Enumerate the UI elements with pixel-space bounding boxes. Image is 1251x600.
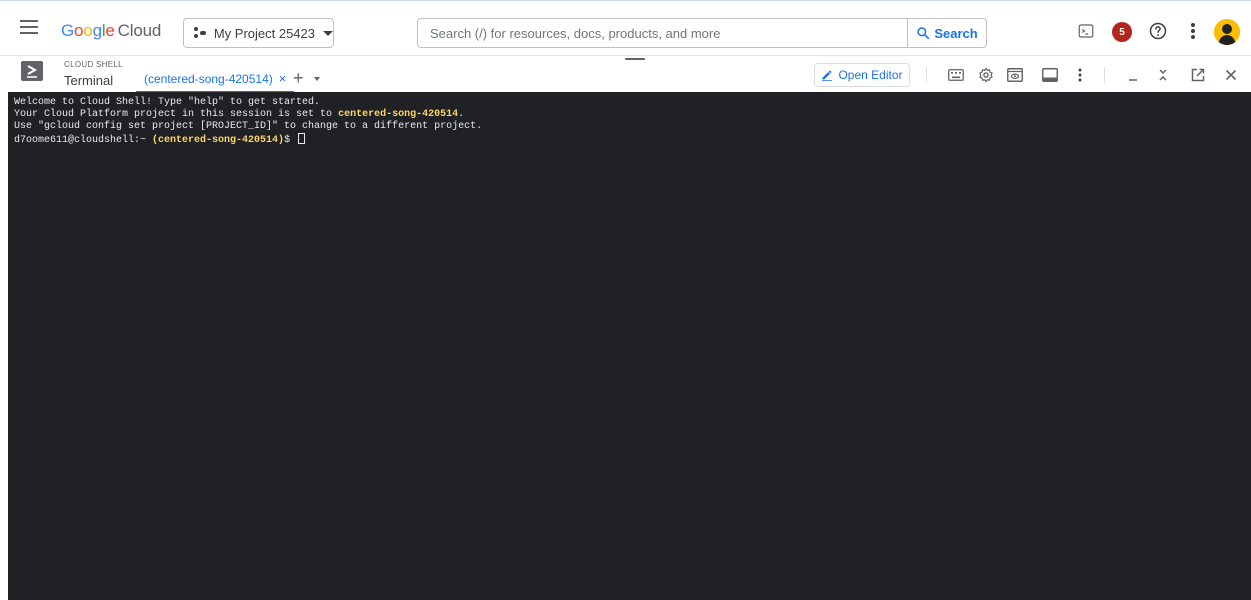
terminal-line-hint: Use "gcloud config set project [PROJECT_…	[14, 121, 483, 132]
prompt-symbol: $	[284, 135, 297, 146]
more-vert-icon[interactable]	[1070, 65, 1090, 85]
terminal-title: Terminal	[64, 73, 114, 88]
minimize-icon[interactable]	[1123, 65, 1143, 85]
add-tab-button[interactable]: +	[293, 69, 304, 87]
logo-google-text: Google	[61, 21, 115, 40]
google-cloud-logo[interactable]: Google Cloud	[61, 21, 161, 41]
terminal-prompt: d7oome611@cloudshell:~ (centered-song-42…	[14, 133, 1245, 147]
terminal-text: Your Cloud Platform project in this sess…	[14, 109, 339, 120]
tab-centered-song[interactable]: (centered-song-420514) ×	[136, 66, 295, 93]
divider	[1104, 67, 1105, 83]
cloud-shell-icon	[21, 61, 43, 81]
terminal-cursor[interactable]	[298, 133, 306, 144]
resize-handle[interactable]	[625, 58, 645, 60]
search-button[interactable]: Search	[907, 18, 987, 48]
close-icon[interactable]	[1221, 65, 1241, 85]
logo-cloud-text: Cloud	[117, 21, 162, 40]
keyboard-icon[interactable]	[946, 65, 966, 85]
terminal[interactable]: Welcome to Cloud Shell! Type "help" to g…	[8, 92, 1251, 600]
search-button-label: Search	[934, 25, 978, 41]
terminal-line-welcome: Welcome to Cloud Shell! Type "help" to g…	[14, 97, 321, 108]
search-box	[417, 18, 908, 48]
avatar[interactable]	[1214, 19, 1240, 45]
project-id-highlight: centered-song-420514	[338, 109, 459, 120]
chevron-down-icon	[323, 30, 333, 36]
cloud-shell-header: CLOUD SHELL Terminal (centered-song-4205…	[0, 55, 1251, 93]
pencil-icon	[822, 70, 833, 81]
open-editor-button[interactable]: Open Editor	[814, 63, 910, 87]
project-picker[interactable]: My Project 25423	[183, 18, 334, 48]
terminal-text: .	[458, 109, 465, 120]
terminal-icon[interactable]	[1076, 21, 1096, 41]
chevron-down-icon[interactable]	[314, 77, 320, 81]
layout-icon[interactable]	[1040, 65, 1060, 85]
more-vert-icon[interactable]	[1183, 21, 1203, 41]
search-icon	[917, 27, 930, 40]
tab-label: (centered-song-420514)	[144, 71, 273, 86]
help-icon[interactable]	[1148, 21, 1168, 41]
close-tab-icon[interactable]: ×	[279, 71, 287, 86]
project-picker-label: My Project 25423	[213, 25, 315, 41]
menu-icon[interactable]	[20, 20, 38, 34]
terminal-line-project: Your Cloud Platform project in this sess…	[14, 109, 1245, 121]
open-editor-label: Open Editor	[838, 68, 903, 82]
open-new-window-icon[interactable]	[1188, 65, 1208, 85]
prompt-project: (centered-song-420514)	[152, 135, 285, 146]
search-input[interactable]	[418, 19, 908, 47]
top-bar: GoogleCloud My Project 25423 Search 5	[0, 0, 1251, 55]
divider	[926, 67, 927, 83]
prompt-user: d7oome611@cloudshell:~	[14, 135, 153, 146]
project-icon	[194, 26, 208, 40]
web-preview-icon[interactable]	[1005, 65, 1025, 85]
notifications-badge[interactable]: 5	[1112, 22, 1132, 42]
collapse-icon[interactable]	[1153, 65, 1173, 85]
cloud-shell-label: CLOUD SHELL	[64, 60, 123, 69]
settings-icon[interactable]	[976, 65, 996, 85]
